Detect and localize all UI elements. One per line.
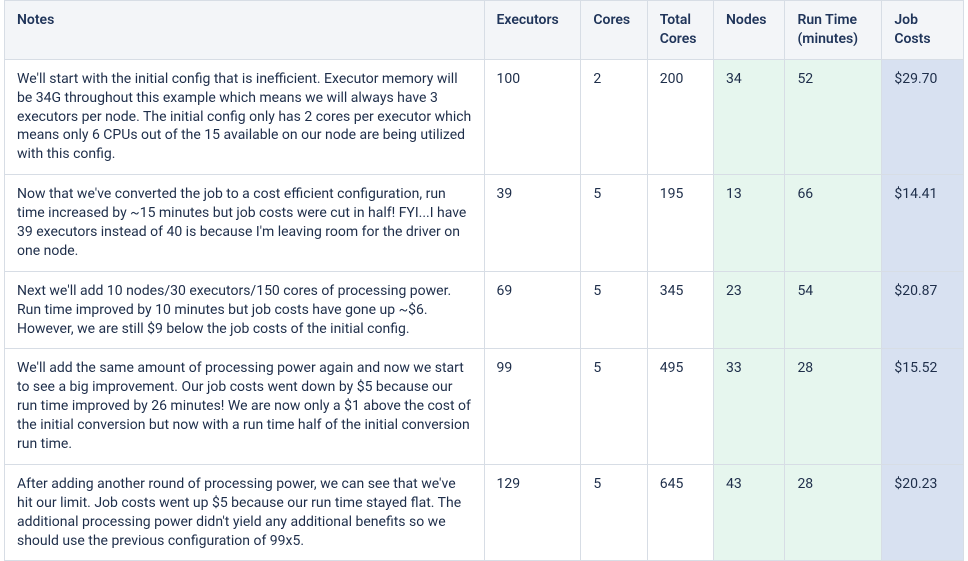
cell-nodes: 34: [714, 59, 785, 174]
col-header-costs: Job Costs: [882, 1, 964, 60]
cell-cores: 2: [581, 59, 647, 174]
cell-notes: Now that we've converted the job to a co…: [5, 175, 485, 272]
cell-tcores: 495: [647, 349, 713, 464]
cell-nodes: 13: [714, 175, 785, 272]
cell-nodes: 23: [714, 271, 785, 349]
cell-costs: $14.41: [882, 175, 964, 272]
cell-costs: $15.52: [882, 349, 964, 464]
col-header-tcores: Total Cores: [647, 1, 713, 60]
cell-tcores: 345: [647, 271, 713, 349]
cell-cores: 5: [581, 271, 647, 349]
cell-runtime: 52: [785, 59, 882, 174]
table-row: After adding another round of processing…: [5, 464, 964, 561]
cell-runtime: 66: [785, 175, 882, 272]
col-header-executors: Executors: [484, 1, 581, 60]
cell-executors: 39: [484, 175, 581, 272]
cell-executors: 129: [484, 464, 581, 561]
cell-cores: 5: [581, 349, 647, 464]
cell-notes: We'll start with the initial config that…: [5, 59, 485, 174]
cell-runtime: 28: [785, 464, 882, 561]
cell-runtime: 28: [785, 349, 882, 464]
cell-costs: $20.23: [882, 464, 964, 561]
cell-executors: 69: [484, 271, 581, 349]
cell-costs: $20.87: [882, 271, 964, 349]
cell-notes: After adding another round of processing…: [5, 464, 485, 561]
table-header-row: Notes Executors Cores Total Cores Nodes …: [5, 1, 964, 60]
cell-executors: 99: [484, 349, 581, 464]
cell-tcores: 195: [647, 175, 713, 272]
cell-costs: $29.70: [882, 59, 964, 174]
cell-tcores: 645: [647, 464, 713, 561]
col-header-notes: Notes: [5, 1, 485, 60]
table-row: Now that we've converted the job to a co…: [5, 175, 964, 272]
cell-cores: 5: [581, 464, 647, 561]
cell-notes: We'll add the same amount of processing …: [5, 349, 485, 464]
col-header-nodes: Nodes: [714, 1, 785, 60]
cell-nodes: 43: [714, 464, 785, 561]
table-row: We'll add the same amount of processing …: [5, 349, 964, 464]
table-row: Next we'll add 10 nodes/30 executors/150…: [5, 271, 964, 349]
col-header-cores: Cores: [581, 1, 647, 60]
cell-runtime: 54: [785, 271, 882, 349]
cell-executors: 100: [484, 59, 581, 174]
table-row: We'll start with the initial config that…: [5, 59, 964, 174]
col-header-runtime: Run Time (minutes): [785, 1, 882, 60]
cell-notes: Next we'll add 10 nodes/30 executors/150…: [5, 271, 485, 349]
cell-cores: 5: [581, 175, 647, 272]
cell-nodes: 33: [714, 349, 785, 464]
config-comparison-table: Notes Executors Cores Total Cores Nodes …: [4, 0, 964, 561]
cell-tcores: 200: [647, 59, 713, 174]
